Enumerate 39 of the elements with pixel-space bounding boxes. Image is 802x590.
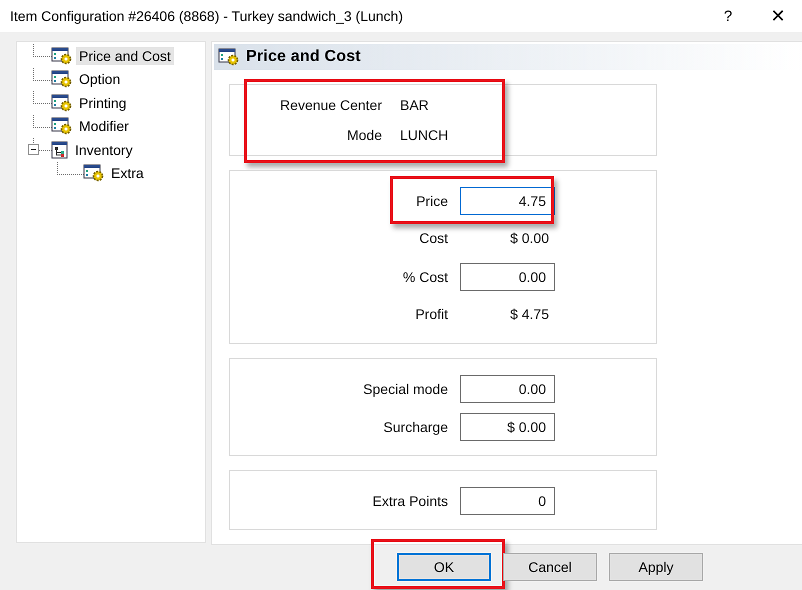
field-label: % Cost (402, 269, 448, 285)
panel-title: Price and Cost (246, 48, 361, 66)
tree-item[interactable]: Extra (108, 164, 147, 182)
field-label: Profit (415, 306, 448, 322)
field-value: $ 4.75 (509, 306, 550, 322)
number-field[interactable]: $ 0.00 (460, 413, 555, 441)
collapse-toggle[interactable] (28, 144, 39, 155)
hierarchy-icon (51, 140, 69, 159)
dialog-button[interactable]: Cancel (503, 553, 597, 581)
number-field[interactable]: 0.00 (460, 263, 555, 291)
dialog-button[interactable]: OK (397, 553, 491, 581)
field-label: Cost (419, 230, 448, 246)
window-gear-icon (83, 164, 105, 182)
tree-item[interactable]: Option (76, 70, 124, 88)
field-value: BAR (400, 97, 430, 113)
number-field[interactable]: 0 (460, 487, 555, 515)
tree-item[interactable]: Modifier (76, 117, 132, 136)
window-gear-icon (51, 46, 73, 65)
field-label: Special mode (363, 381, 448, 397)
number-field[interactable]: 4.75 (460, 187, 555, 215)
field-label: Mode (346, 127, 382, 143)
number-field[interactable]: 0.00 (460, 375, 555, 403)
field-label: Surcharge (383, 419, 448, 435)
help-button[interactable]: ? (708, 8, 748, 24)
window-gear-icon (51, 70, 73, 88)
tree-item[interactable]: Inventory (72, 140, 136, 159)
window-title: Item Configuration #26406 (8868) - Turkey sandwich_3 (Lunch) (10, 8, 404, 24)
close-button[interactable]: ✕ (758, 5, 798, 27)
tree-item[interactable]: Printing (76, 94, 130, 112)
tree-item[interactable]: Price and Cost (76, 46, 174, 65)
window-gear-icon (51, 94, 73, 112)
field-label: Price (416, 193, 448, 209)
dialog-button[interactable]: Apply (609, 553, 703, 581)
field-value: LUNCH (400, 127, 450, 143)
window-gear-icon (218, 48, 240, 66)
field-label: Revenue Center (280, 97, 382, 113)
window-gear-icon (51, 117, 73, 136)
field-value: $ 0.00 (509, 230, 550, 246)
field-label: Extra Points (372, 493, 448, 509)
